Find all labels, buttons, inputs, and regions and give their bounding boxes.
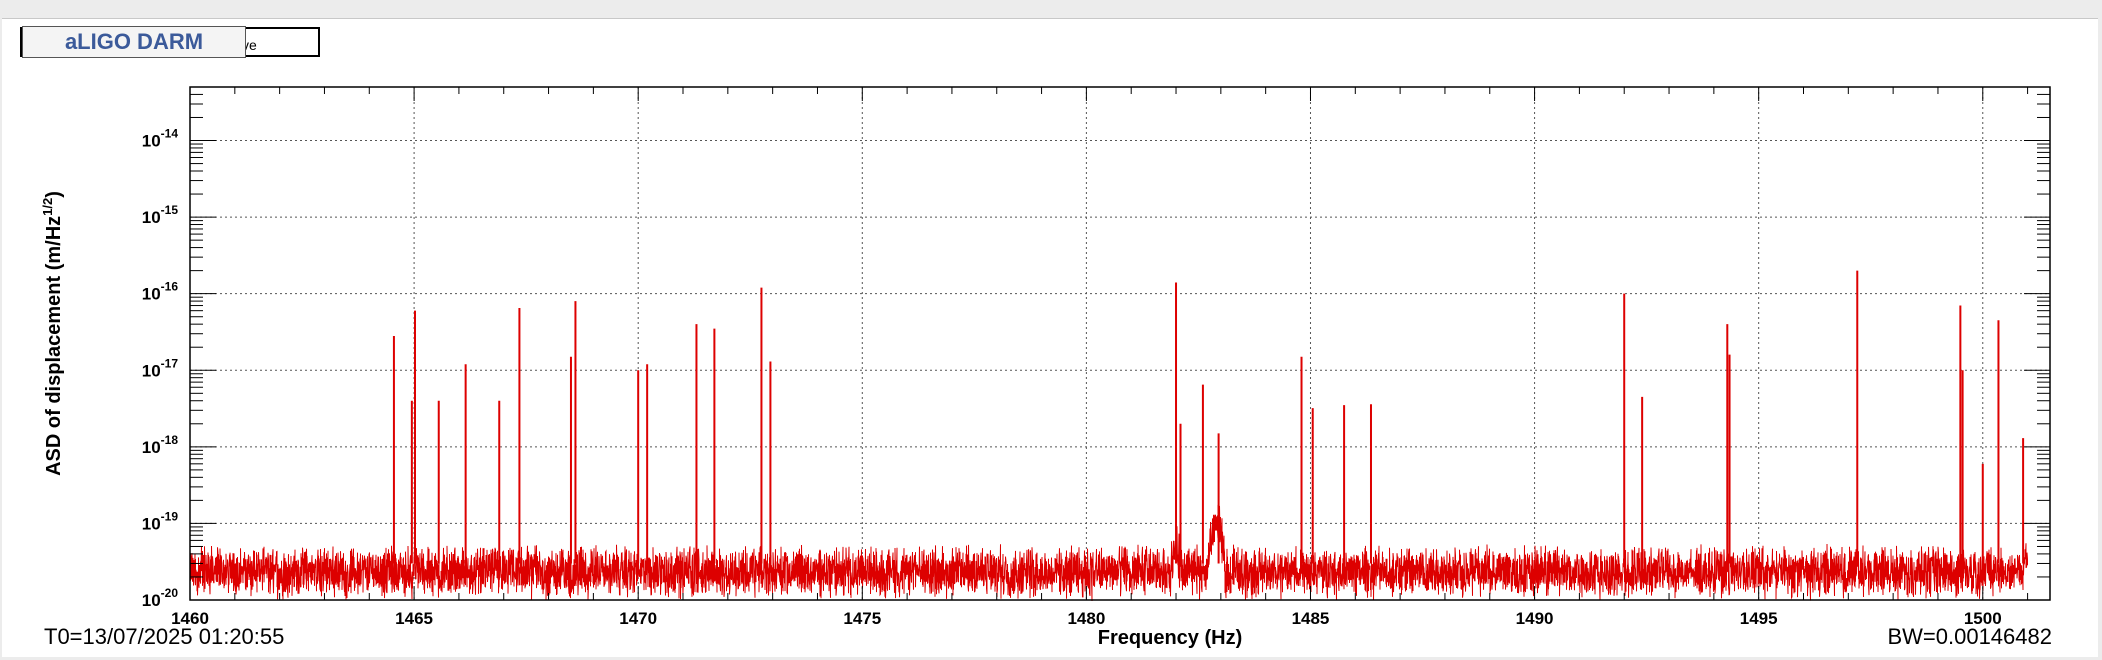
x-tick-label: 1465 <box>395 609 433 628</box>
x-tick-label: 1490 <box>1516 609 1554 628</box>
bandwidth-label: BW=0.00146482 <box>1887 624 2052 649</box>
canvas-title: aLIGO DARM <box>22 26 246 58</box>
asd-chart: 1460 1465 1470 1475 1480 1485 1490 1495 150010-2… <box>40 86 2051 649</box>
y-tick-label: 10-16 <box>142 280 179 304</box>
x-tick-label: 1470 <box>619 609 657 628</box>
y-tick-label: 10-20 <box>142 586 179 610</box>
y-tick-label: 10-19 <box>142 509 179 533</box>
x-axis-title: Frequency (Hz) <box>1098 627 1242 649</box>
trace-layer <box>189 270 2028 602</box>
x-tick-label: 1475 <box>843 609 881 628</box>
x-tick-label: 1495 <box>1740 609 1778 628</box>
y-axis-title: ASD of displacement (m/Hz1/2) <box>40 191 65 476</box>
x-tick-label: 1485 <box>1292 609 1330 628</box>
y-tick-label: 10-14 <box>142 127 179 151</box>
start-time-label: T0=13/07/2025 01:20:55 <box>44 624 285 649</box>
y-tick-label: 10-18 <box>142 433 179 457</box>
grid-layer <box>189 87 2050 601</box>
y-tick-label: 10-15 <box>142 203 179 227</box>
plot-canvas: 1460 1465 1470 1475 1480 1485 1490 1495 1500 10-2… <box>0 0 2102 660</box>
x-tick-label: 1480 <box>1067 609 1105 628</box>
y-tick-label: 10-17 <box>142 356 179 380</box>
